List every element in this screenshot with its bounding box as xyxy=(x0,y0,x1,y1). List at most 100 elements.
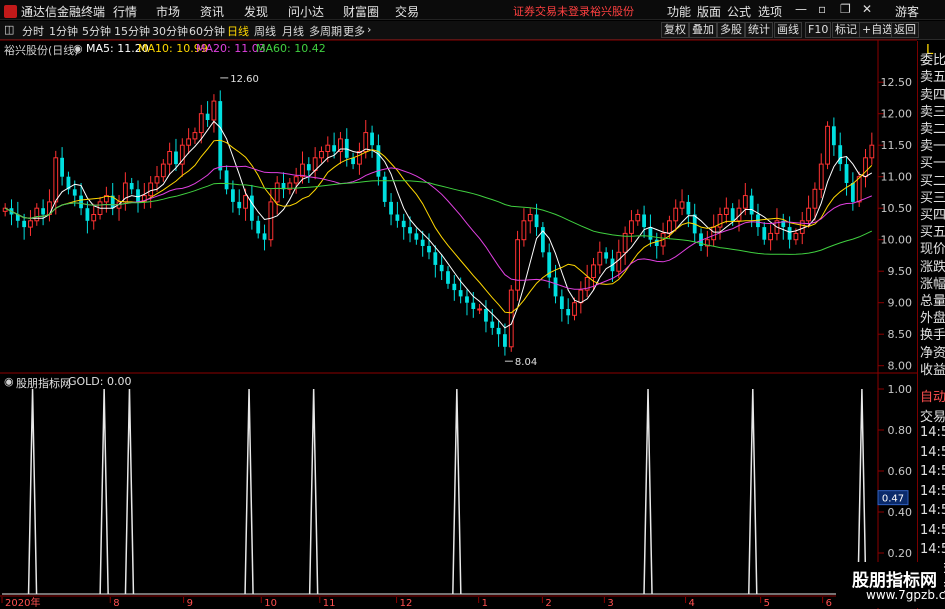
overlay-button[interactable]: 叠加 xyxy=(689,22,717,38)
menu-layout[interactable]: 版面 xyxy=(697,3,721,20)
candle-body xyxy=(160,163,166,178)
period-weekly[interactable]: 周线 xyxy=(254,23,276,39)
candle-body xyxy=(673,207,679,222)
candle-body xyxy=(508,289,514,348)
date-axis: 2020年 8 9 10 11 12 1 2 3 4 5 6 xyxy=(1,596,832,609)
indicator-current-box xyxy=(877,490,909,506)
candle-body xyxy=(376,145,381,177)
candle-body xyxy=(503,334,507,347)
draw-line-button[interactable]: 画线 xyxy=(774,22,802,38)
candle-body xyxy=(484,309,488,322)
period-30min[interactable]: 30分钟 xyxy=(152,23,188,39)
gold-spike xyxy=(27,388,38,595)
app-logo-icon xyxy=(4,5,17,18)
candle-body xyxy=(660,232,666,247)
back-button[interactable]: 返回 xyxy=(891,22,919,38)
period-monthly[interactable]: 月线 xyxy=(282,23,304,39)
candle-body xyxy=(28,220,33,228)
candle-body xyxy=(717,214,723,228)
candle-body xyxy=(293,176,299,184)
gold-spike xyxy=(643,388,653,595)
gold-spike xyxy=(244,388,254,595)
minimize-icon[interactable]: — xyxy=(795,2,807,16)
restore-rights-button[interactable]: 复权 xyxy=(661,22,689,38)
date-tick-label: 5 xyxy=(764,598,770,609)
quote-field-label: 卖四 xyxy=(920,87,945,103)
period-15min[interactable]: 15分钟 xyxy=(114,23,150,39)
price-tick-label: 10.50 xyxy=(881,202,913,215)
candle-body xyxy=(799,220,805,234)
period-more[interactable]: 更多 xyxy=(343,23,365,39)
candle-body xyxy=(2,207,8,212)
candle-body xyxy=(477,308,483,311)
candle-body xyxy=(408,227,412,234)
candle-body xyxy=(521,220,527,241)
menu-discover[interactable]: 发现 xyxy=(244,3,268,20)
candle-body xyxy=(414,233,419,240)
menu-market[interactable]: 市场 xyxy=(156,3,180,20)
candle-body xyxy=(281,183,286,190)
menu-ask[interactable]: 问小达 xyxy=(288,3,324,20)
period-intraday[interactable]: 分时 xyxy=(22,23,44,39)
period-1min[interactable]: 1分钟 xyxy=(49,23,78,39)
f10-button[interactable]: F10 xyxy=(805,22,832,38)
candle-body xyxy=(742,195,748,209)
date-tick-label: 10 xyxy=(264,598,277,609)
period-60min[interactable]: 60分钟 xyxy=(189,23,225,39)
date-tick-label: 8 xyxy=(113,598,119,609)
menu-trade[interactable]: 交易 xyxy=(395,3,419,20)
quote-field-label: 换手 xyxy=(920,328,945,344)
period-multi[interactable]: 多周期 xyxy=(309,23,342,39)
candle-body xyxy=(622,232,628,253)
candle-body xyxy=(654,239,659,246)
maximize-icon[interactable]: ▫ xyxy=(818,2,826,16)
candle-body xyxy=(15,214,20,221)
candle-body xyxy=(856,176,862,203)
legend-toggle-icon[interactable]: ◉ xyxy=(73,42,83,55)
period-daily[interactable]: 日线 xyxy=(227,23,249,39)
candle-body xyxy=(458,290,463,297)
ma20-line xyxy=(4,165,872,290)
candle-body xyxy=(287,182,293,190)
statistics-button[interactable]: 统计 xyxy=(745,22,773,38)
gold-spike xyxy=(99,388,109,595)
menu-options[interactable]: 选项 xyxy=(758,3,782,20)
more-arrow-icon[interactable]: › xyxy=(367,23,371,36)
close-icon[interactable]: ✕ xyxy=(862,2,872,16)
candle-body xyxy=(268,201,274,241)
candle-body xyxy=(211,100,217,121)
kline-chart-area: 12.5012.0011.5011.0010.5010.009.509.008.… xyxy=(0,39,917,609)
candle-body xyxy=(312,157,318,171)
menu-quotes[interactable]: 行情 xyxy=(113,3,137,20)
restore-icon[interactable]: ❐ xyxy=(840,2,851,16)
toolbar-toggle-icon[interactable]: ◫ xyxy=(4,23,14,36)
candle-body xyxy=(389,201,393,215)
price-tick-label: 11.00 xyxy=(881,171,913,184)
menu-fortune[interactable]: 财富圈 xyxy=(343,3,379,20)
period-5min[interactable]: 5分钟 xyxy=(82,23,111,39)
indicator-toggle-icon[interactable]: ◉ xyxy=(4,375,14,388)
candle-body xyxy=(515,239,520,291)
menu-function[interactable]: 功能 xyxy=(667,3,691,20)
candle-body xyxy=(332,145,337,152)
candle-body xyxy=(736,207,742,222)
candle-body xyxy=(262,233,267,240)
menu-bar: 通达信金融终端 行情 市场 资讯 发现 问小达 财富圈 交易 证券交易未登录 裕… xyxy=(0,0,945,20)
mark-button[interactable]: 标记 xyxy=(832,22,860,38)
stock-tag[interactable]: 裕兴股份 xyxy=(590,3,634,19)
menu-news[interactable]: 资讯 xyxy=(200,3,224,20)
candle-body xyxy=(566,309,571,316)
tick-time-label: 14:55 xyxy=(920,425,945,440)
date-tick-label: 11 xyxy=(323,598,336,609)
user-guest[interactable]: 游客 xyxy=(895,3,919,20)
multi-stock-button[interactable]: 多股 xyxy=(717,22,745,38)
menu-formula[interactable]: 公式 xyxy=(727,3,751,20)
candle-body xyxy=(559,296,564,309)
candle-body xyxy=(527,214,533,222)
candle-body xyxy=(699,233,703,246)
price-tick-label: 10.00 xyxy=(881,234,913,247)
candle-body xyxy=(300,163,305,178)
candle-body xyxy=(793,232,799,241)
login-status[interactable]: 证券交易未登录 xyxy=(513,3,590,19)
quote-field-label: 收益 xyxy=(920,362,945,378)
